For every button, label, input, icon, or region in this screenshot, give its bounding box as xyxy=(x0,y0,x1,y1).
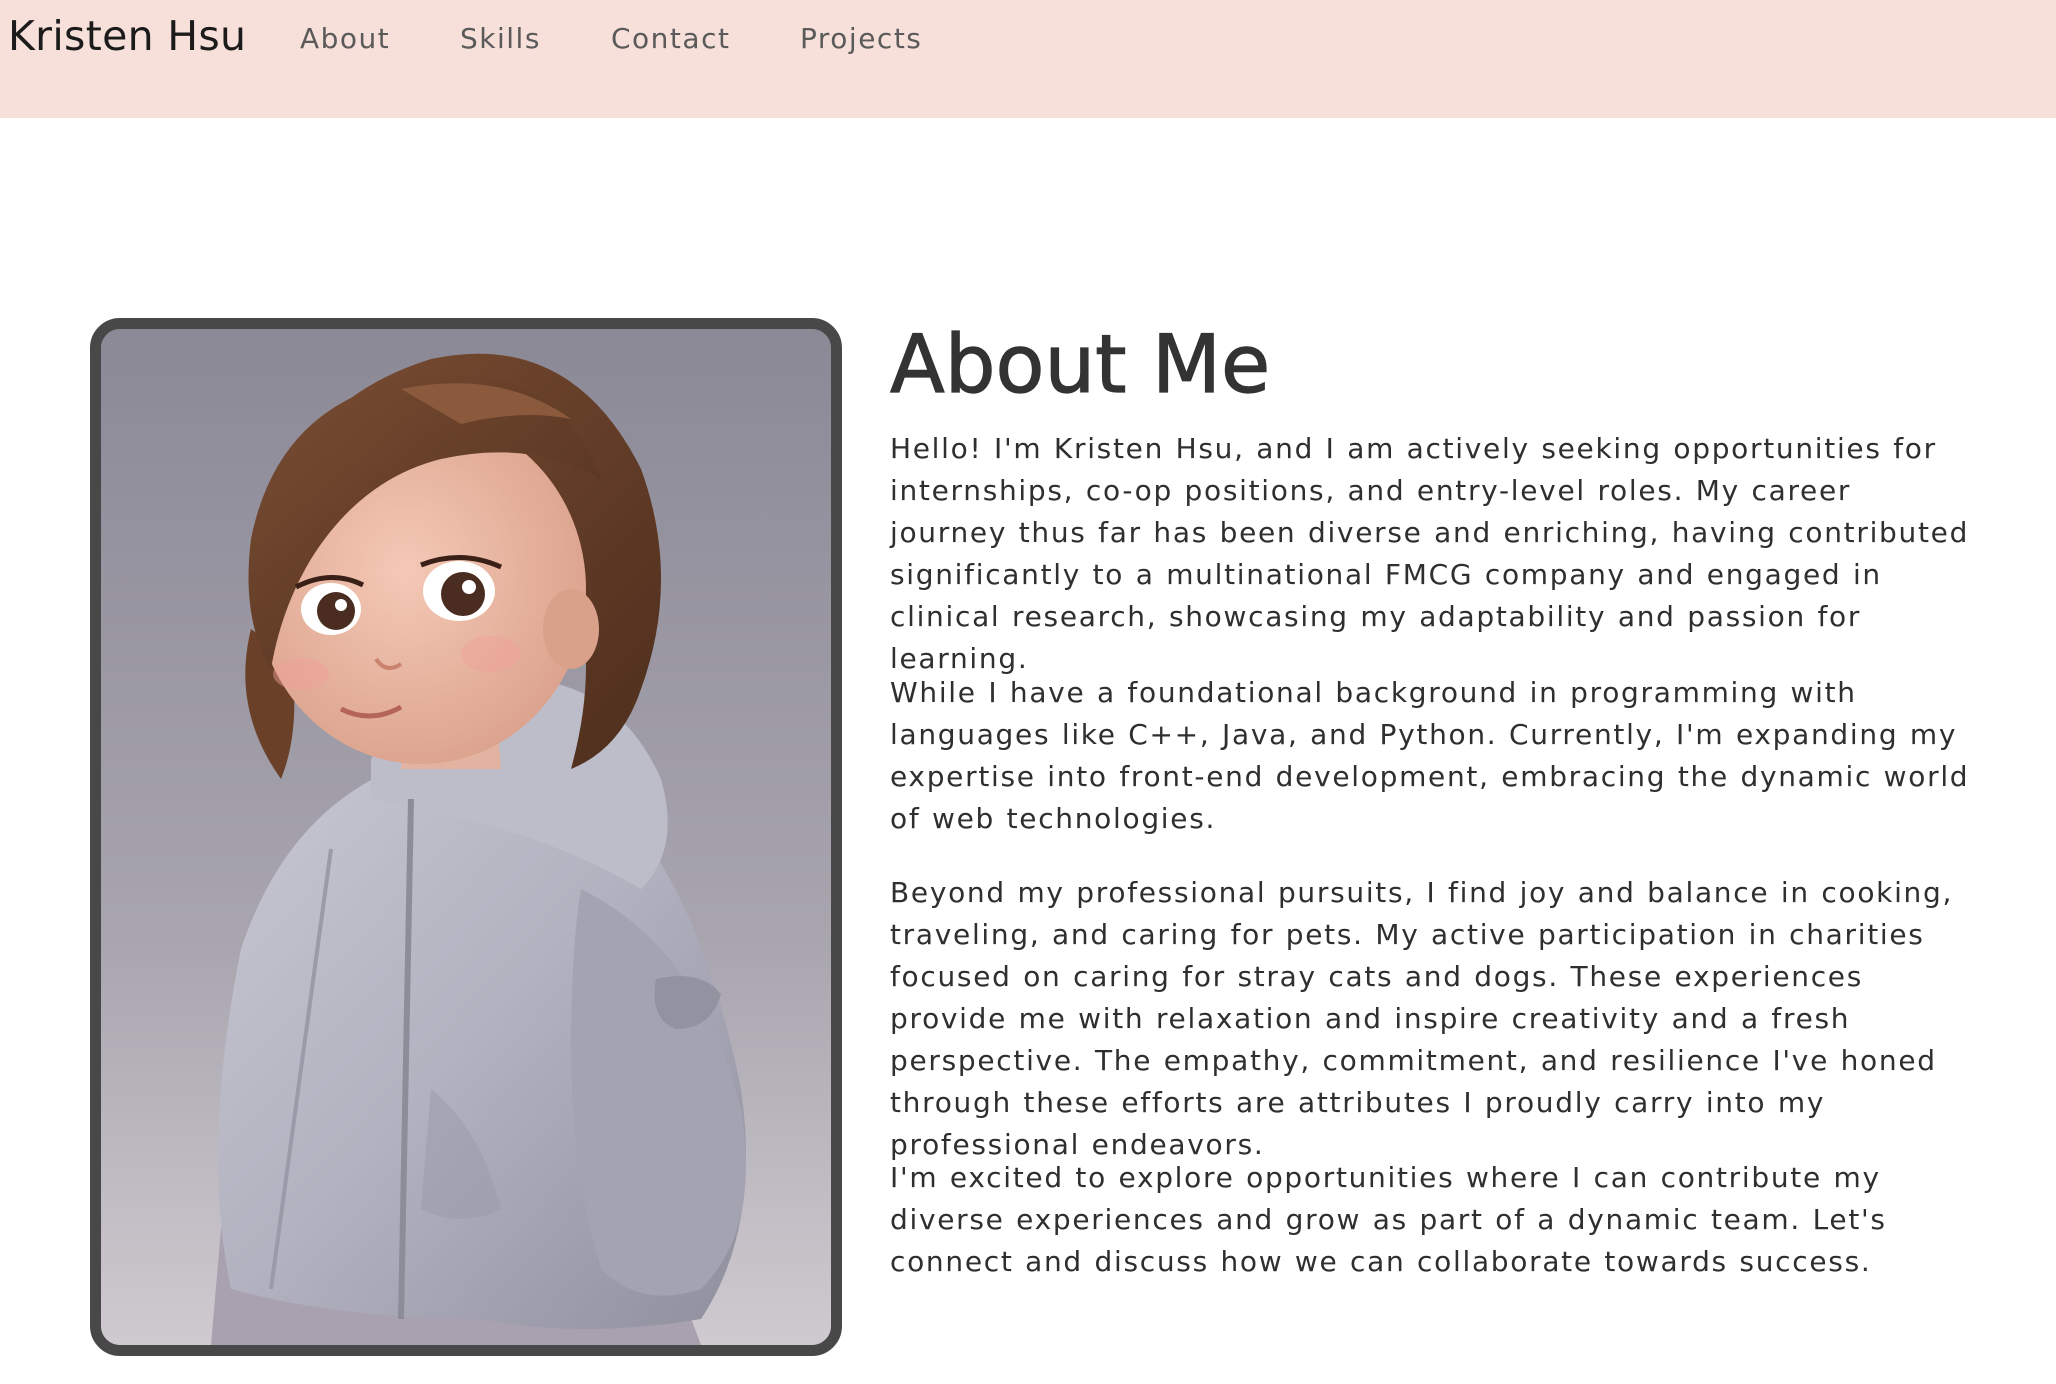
nav-link-projects[interactable]: Projects xyxy=(800,22,922,55)
top-navbar: Kristen Hsu About Skills Contact Project… xyxy=(0,0,2056,118)
avatar-illustration xyxy=(101,329,831,1345)
nav-link-contact[interactable]: Contact xyxy=(611,22,730,55)
profile-photo xyxy=(90,318,842,1356)
about-paragraph-programming: While I have a foundational background i… xyxy=(890,676,1970,835)
brand-name[interactable]: Kristen Hsu xyxy=(8,12,246,60)
nav-link-about[interactable]: About xyxy=(300,22,390,55)
nav-link-skills[interactable]: Skills xyxy=(460,22,541,55)
about-paragraph-intro: Hello! I'm Kristen Hsu, and I am activel… xyxy=(890,432,1970,675)
about-paragraph-hobbies: Beyond my professional pursuits, I find … xyxy=(890,876,1954,1161)
about-paragraph-closing: I'm excited to explore opportunities whe… xyxy=(890,1161,1887,1278)
about-heading: About Me xyxy=(889,317,1271,411)
